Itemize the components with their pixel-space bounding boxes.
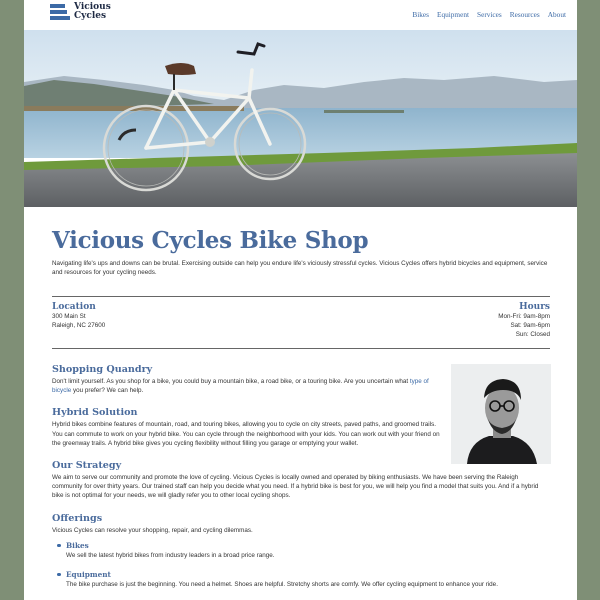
hours-line1: Mon-Fri: 9am-8pm (498, 313, 550, 320)
list-item: Equipment The bike purchase is just the … (57, 570, 550, 589)
nav-equipment[interactable]: Equipment (437, 10, 469, 19)
main-nav: Bikes Equipment Services Resources About (412, 10, 566, 19)
location-title: Location (52, 302, 96, 312)
intro-text: Navigating life's ups and downs can be b… (52, 260, 548, 276)
section-offerings: Offerings Vicious Cycles can resolve you… (52, 513, 550, 589)
section-text: We aim to serve our community and promot… (52, 474, 539, 500)
offering-title: Bikes (57, 541, 550, 550)
hours-line3: Sun: Closed (515, 331, 550, 338)
section-strategy: Our Strategy We aim to serve our communi… (52, 460, 550, 501)
nav-resources[interactable]: Resources (510, 10, 540, 19)
main-content: Vicious Cycles Bike Shop Navigating life… (52, 207, 551, 600)
section-text: Hybrid bikes combine features of mountai… (52, 421, 440, 447)
section-title: Shopping Quandry (52, 364, 153, 375)
hours-title: Hours (519, 302, 550, 312)
nav-bikes[interactable]: Bikes (412, 10, 429, 19)
page-title: Vicious Cycles Bike Shop (52, 227, 369, 254)
nav-services[interactable]: Services (477, 10, 502, 19)
logo[interactable]: Vicious Cycles (50, 3, 111, 21)
text-after: you prefer? We can help. (71, 387, 144, 395)
divider-bottom (52, 348, 550, 349)
text-before: Don't limit yourself. As you shop for a … (52, 378, 410, 385)
nav-about[interactable]: About (548, 10, 566, 19)
info-row: Location 300 Main St Raleigh, NC 27600 H… (52, 297, 550, 348)
content-area: Shopping Quandry Don't limit yourself. A… (52, 364, 551, 589)
location-line1: 300 Main St (52, 313, 86, 320)
offering-text: We sell the latest hybrid bikes from ind… (66, 551, 275, 559)
offering-text: The bike purchase is just the beginning.… (66, 580, 498, 588)
hours-line2: Sat: 9am-6pm (510, 322, 550, 329)
section-text: Don't limit yourself. As you shop for a … (52, 377, 442, 395)
location-line2: Raleigh, NC 27600 (52, 322, 106, 329)
hero-image (24, 30, 577, 207)
bicycle-lake-photo (24, 30, 577, 207)
section-hybrid: Hybrid Solution Hybrid bikes combine fea… (52, 407, 442, 448)
section-title: Offerings (52, 512, 103, 524)
location-hours: Location 300 Main St Raleigh, NC 27600 H… (52, 296, 550, 349)
section-text: Vicious Cycles can resolve your shopping… (52, 526, 253, 534)
site-header: Vicious Cycles Bikes Equipment Services … (24, 0, 577, 30)
offering-title: Equipment (57, 570, 550, 579)
logo-line2: Cycles (74, 11, 107, 21)
hours-block: Hours Mon-Fri: 9am-8pm Sat: 9am-6pm Sun:… (498, 302, 550, 348)
list-item: Bikes We sell the latest hybrid bikes fr… (57, 541, 550, 560)
offerings-list: Bikes We sell the latest hybrid bikes fr… (52, 541, 550, 589)
logo-stripes-icon (50, 3, 70, 20)
section-shopping: Shopping Quandry Don't limit yourself. A… (52, 364, 442, 395)
section-title: Hybrid Solution (52, 407, 138, 419)
staff-portrait-photo (451, 364, 551, 464)
page: Vicious Cycles Bikes Equipment Services … (24, 0, 577, 600)
logo-text: Vicious Cycles (74, 3, 111, 21)
location-block: Location 300 Main St Raleigh, NC 27600 (52, 302, 105, 348)
